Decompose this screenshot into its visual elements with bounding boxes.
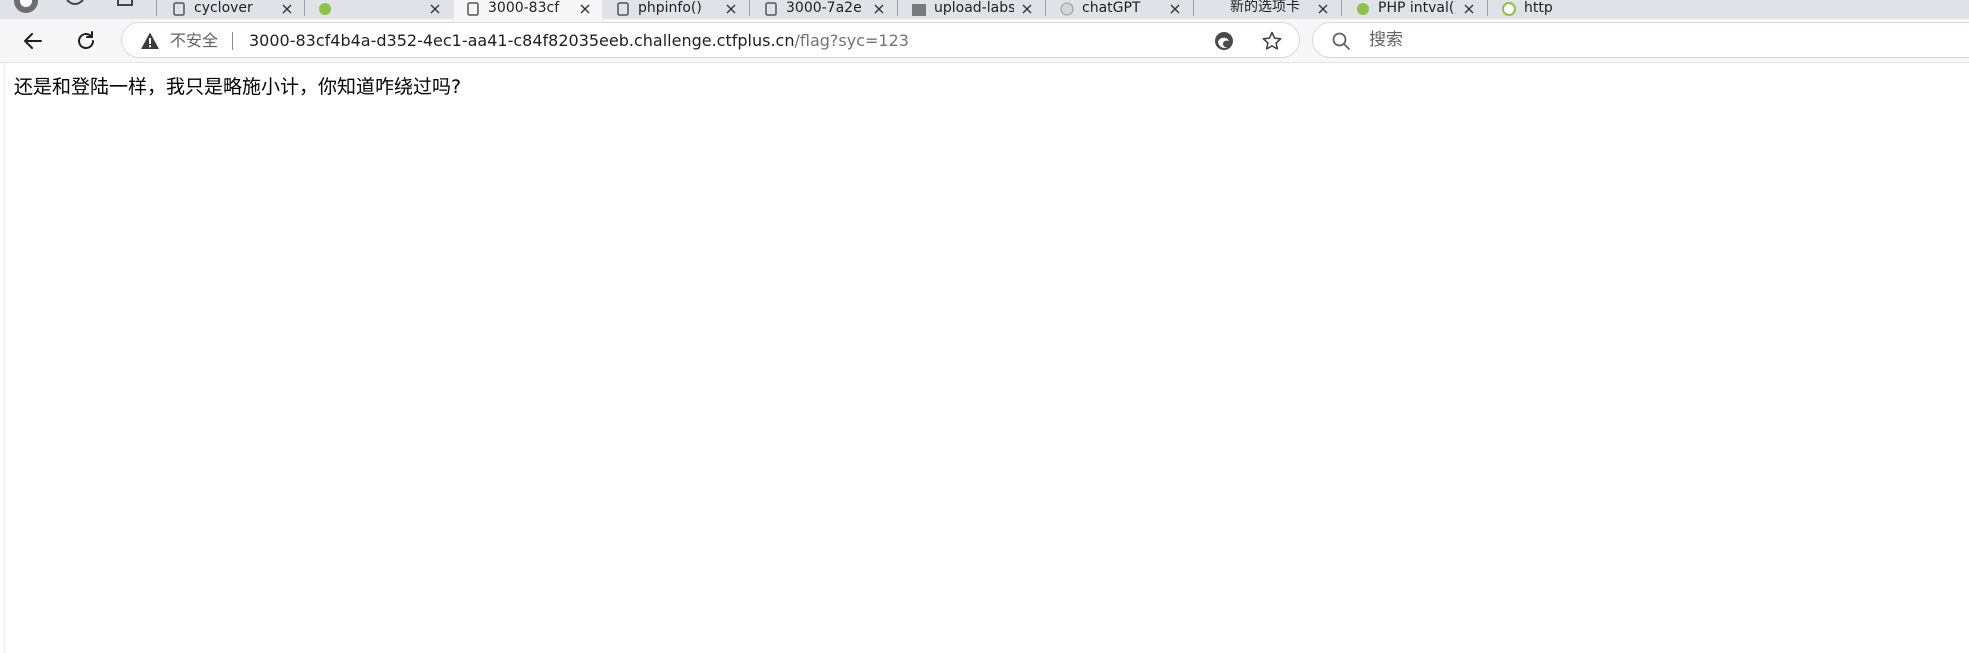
tab-separator: [1045, 0, 1046, 16]
close-icon[interactable]: [578, 2, 592, 16]
tab-2[interactable]: [306, 0, 452, 19]
green-icon: [1357, 3, 1369, 15]
close-icon[interactable]: [1316, 2, 1330, 16]
doc-icon: [617, 2, 629, 16]
tab-6[interactable]: upload-labs: [900, 0, 1044, 19]
doc-icon: [173, 2, 185, 16]
tab-title: phpinfo(): [638, 0, 702, 16]
refresh-button[interactable]: [68, 23, 104, 59]
doc-icon: [765, 2, 777, 16]
tab-title: 3000-7a2e: [786, 0, 862, 16]
tab-title: upload-labs: [934, 0, 1014, 16]
browser-window: cyclover 3000-83cf phpinfo() 3000-7a2e u…: [0, 0, 1969, 653]
close-icon[interactable]: [724, 2, 738, 16]
blank-icon: [1208, 2, 1222, 16]
tab-separator: [304, 0, 305, 16]
viewport-left-edge: [4, 63, 5, 653]
tab-10[interactable]: http: [1490, 0, 1610, 19]
url-host: 3000-83cf4b4a-d352-4ec1-aa41-c84f82035ee…: [249, 31, 795, 50]
workspaces-button[interactable]: [60, 0, 90, 19]
search-icon: [1332, 32, 1350, 50]
tab-9[interactable]: PHP intval(): [1344, 0, 1486, 19]
tab-4[interactable]: phpinfo(): [604, 0, 748, 19]
star-icon: [1262, 31, 1282, 50]
tab-3-active[interactable]: 3000-83cf: [454, 0, 602, 19]
close-icon[interactable]: [428, 2, 442, 16]
tab-separator: [1341, 0, 1342, 16]
edge-app-button[interactable]: [1212, 29, 1236, 53]
doc-icon: [467, 2, 479, 16]
tab-actions-icon: [117, 0, 133, 6]
profile-avatar[interactable]: [12, 0, 40, 19]
page-viewport: 还是和登陆一样，我只是略施小计，你知道咋绕过吗?: [0, 63, 1969, 653]
search-box[interactable]: [1312, 22, 1969, 58]
tab-5[interactable]: 3000-7a2e: [752, 0, 896, 19]
search-input[interactable]: [1369, 27, 1869, 53]
page-body-text: 还是和登陆一样，我只是略施小计，你知道咋绕过吗?: [14, 76, 462, 98]
tab-title: chatGPT: [1082, 0, 1141, 16]
tab-strip: cyclover 3000-83cf phpinfo() 3000-7a2e u…: [0, 0, 1969, 19]
address-divider: [232, 32, 233, 50]
image-icon: [912, 4, 926, 16]
tab-actions-button[interactable]: [110, 0, 140, 19]
globe-icon: [1060, 2, 1074, 16]
address-bar[interactable]: 不安全 3000-83cf4b4a-d352-4ec1-aa41-c84f820…: [121, 22, 1300, 58]
url-text[interactable]: 3000-83cf4b4a-d352-4ec1-aa41-c84f82035ee…: [249, 31, 909, 51]
tab-separator: [749, 0, 750, 16]
close-icon[interactable]: [1168, 2, 1182, 16]
tab-7[interactable]: chatGPT: [1048, 0, 1192, 19]
tab-8[interactable]: 新的选项卡: [1196, 0, 1340, 19]
tab-title: http: [1524, 0, 1553, 16]
browser-toolbar: 不安全 3000-83cf4b4a-d352-4ec1-aa41-c84f820…: [0, 19, 1969, 63]
tab-separator: [897, 0, 898, 16]
close-icon[interactable]: [872, 2, 886, 16]
url-path: /flag?syc=123: [794, 31, 909, 50]
security-status-label[interactable]: 不安全: [170, 31, 218, 51]
close-icon[interactable]: [1020, 2, 1034, 16]
back-arrow-icon: [24, 33, 42, 49]
edge-logo-icon: [1215, 32, 1233, 50]
tab-separator: [1193, 0, 1194, 16]
close-icon[interactable]: [280, 2, 294, 16]
profile-icon: [14, 0, 38, 13]
tab-1[interactable]: cyclover: [160, 0, 304, 19]
green-icon: [319, 3, 331, 15]
warning-icon[interactable]: [140, 31, 160, 51]
tab-title: PHP intval(): [1378, 0, 1456, 16]
tab-title: 新的选项卡: [1230, 0, 1300, 15]
favorite-button[interactable]: [1260, 29, 1284, 53]
tab-separator: [156, 0, 157, 16]
tab-separator: [1487, 0, 1488, 16]
refresh-icon: [78, 31, 94, 49]
workspaces-icon: [66, 0, 84, 5]
back-button[interactable]: [15, 23, 51, 59]
tab-title: cyclover: [194, 0, 253, 16]
tab-title: 3000-83cf: [488, 0, 560, 16]
green-icon: [1502, 2, 1516, 16]
close-icon[interactable]: [1462, 2, 1476, 16]
